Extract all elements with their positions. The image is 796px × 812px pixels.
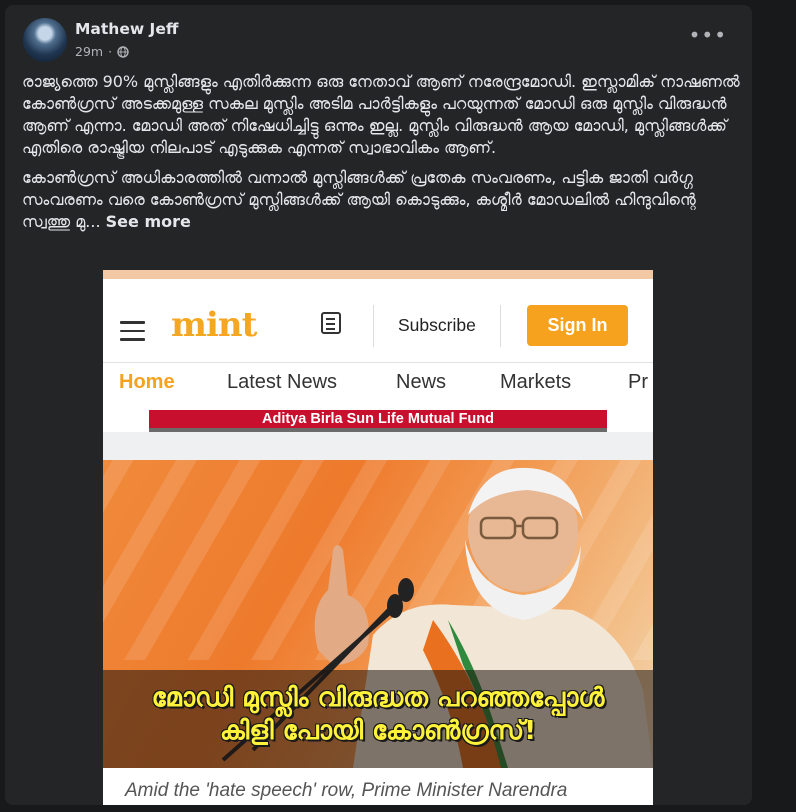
author-avatar[interactable]: [23, 18, 67, 62]
nav-markets: Markets: [500, 371, 572, 393]
hamburger-menu-icon: [120, 321, 145, 347]
nav-latest-news: Latest News: [227, 371, 338, 393]
post-text: രാജ്യത്തെ 90% മുസ്ലിങ്ങളും എതിർക്കുന്ന ഒ…: [22, 71, 740, 241]
nav-truncated: Pr: [628, 371, 648, 393]
see-more-link[interactable]: See more: [106, 212, 191, 231]
mint-header: mint Subscribe Sign In: [103, 279, 653, 363]
subscribe-link: Subscribe: [398, 315, 476, 335]
post-paragraph-2: കോൺഗ്രസ് അധികാരത്തിൽ വന്നാൽ മുസ്ലിങ്ങൾക്…: [22, 167, 740, 233]
header-rule: [103, 362, 653, 363]
more-options-icon[interactable]: •••: [689, 23, 727, 47]
post-time[interactable]: 29m: [75, 44, 103, 59]
nav-home: Home: [119, 371, 175, 393]
photo-caption: Amid the 'hate speech' row, Prime Minist…: [125, 780, 568, 801]
globe-icon: [117, 45, 129, 58]
top-strip: [103, 270, 653, 279]
mint-nav: Home Latest News News Markets Pr: [103, 365, 653, 401]
shared-image[interactable]: mint Subscribe Sign In Home Latest News …: [103, 270, 653, 805]
epaper-icon: [321, 312, 341, 334]
news-photo: മോഡി മുസ്ലിം വിരുദ്ധത പറഞ്ഞപ്പോൾ കിളി പോ…: [103, 460, 653, 768]
ad-banner: Aditya Birla Sun Life Mutual Fund: [149, 410, 607, 428]
author-name[interactable]: Mathew Jeff: [75, 20, 178, 38]
sign-in-button: Sign In: [527, 305, 628, 346]
divider: [500, 305, 501, 347]
nav-news: News: [396, 371, 447, 393]
mint-logo: mint: [171, 305, 257, 345]
overlay-headline-line-1: മോഡി മുസ്ലിം വിരുദ്ധത പറഞ്ഞപ്പോൾ: [151, 683, 605, 713]
overlay-headline-line-2: കിളി പോയി കോൺഗ്രസ്!: [219, 716, 537, 746]
divider: [373, 305, 374, 347]
post-meta: 29m ·: [75, 44, 129, 59]
facebook-post: Mathew Jeff 29m · ••• രാജ്യത്തെ 90% മുസ്…: [5, 5, 752, 805]
spacer-bar: [103, 432, 653, 460]
post-paragraph-1: രാജ്യത്തെ 90% മുസ്ലിങ്ങളും എതിർക്കുന്ന ഒ…: [22, 72, 740, 157]
